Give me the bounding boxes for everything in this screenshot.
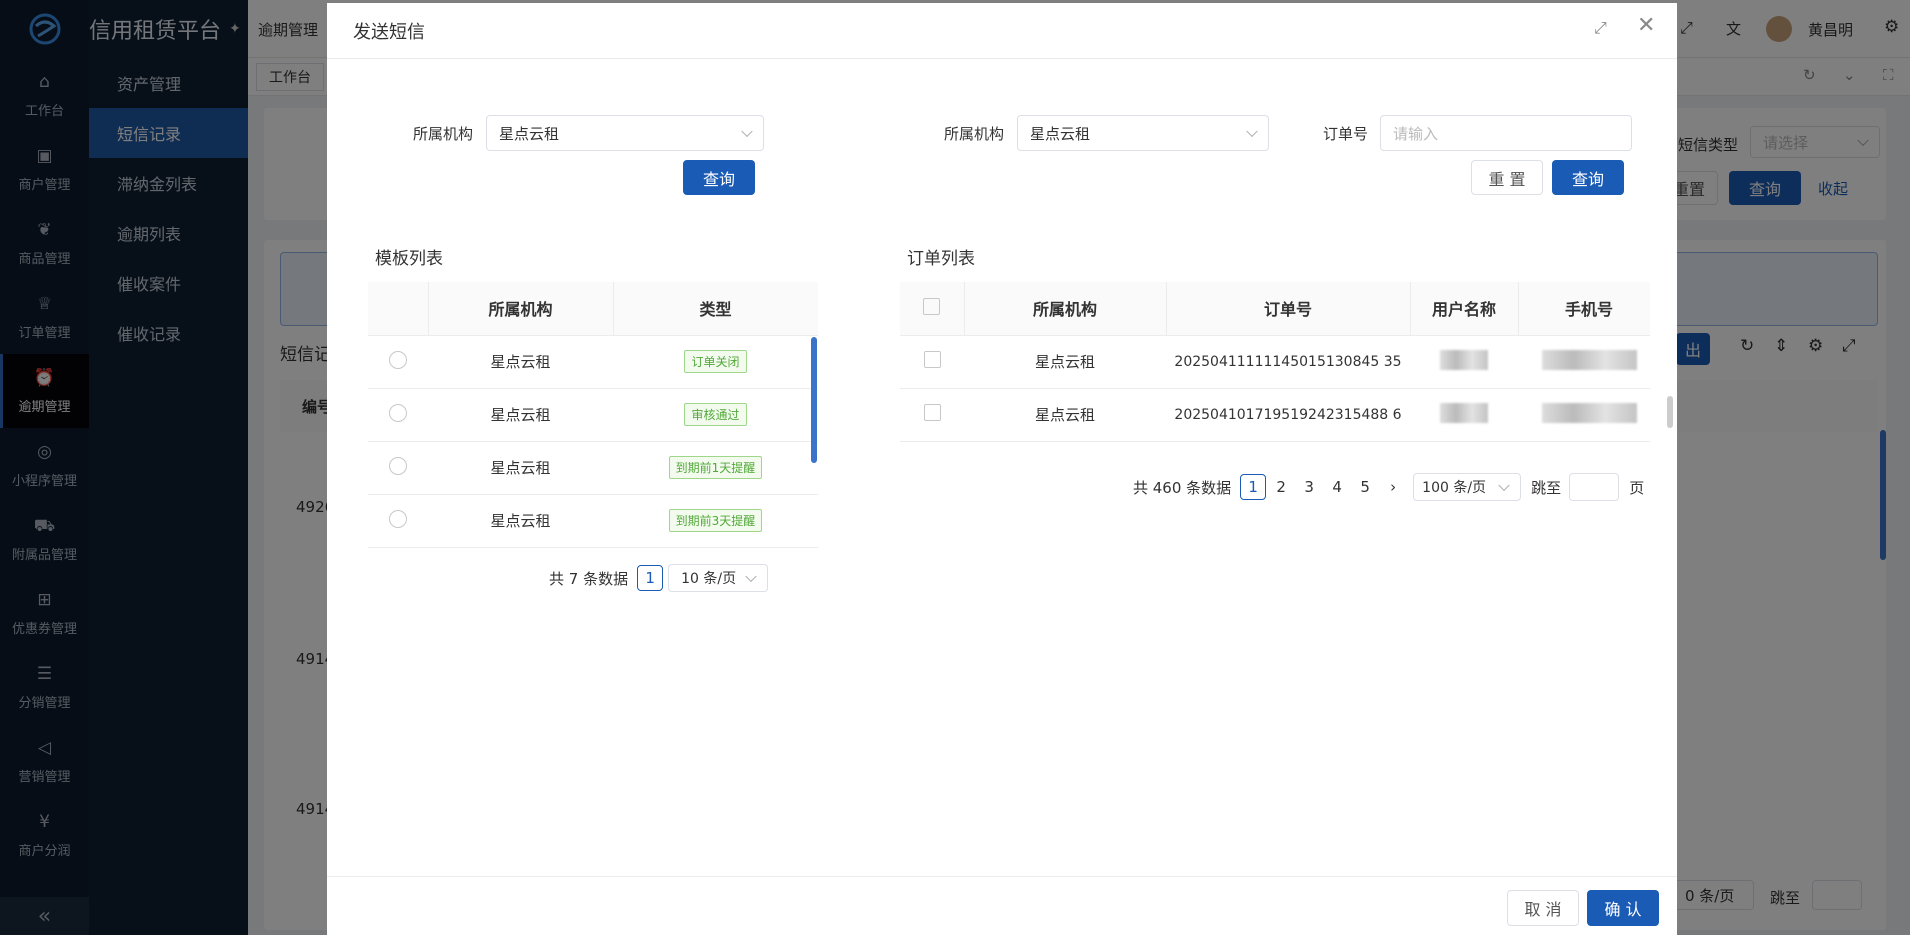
- masked-user-name: [1440, 349, 1488, 370]
- right-query-button[interactable]: 查询: [1552, 160, 1624, 195]
- template-row[interactable]: 星点云租 审核通过: [368, 388, 818, 442]
- template-radio[interactable]: [389, 456, 407, 475]
- order-col-phone: 手机号: [1518, 282, 1650, 336]
- order-row-user: [1410, 335, 1518, 389]
- template-row-radio-cell: [368, 335, 428, 389]
- jump-input[interactable]: [1569, 473, 1620, 501]
- order-checkbox[interactable]: [923, 351, 941, 368]
- order-scrollbar[interactable]: [1667, 396, 1673, 428]
- template-row-type-cell: 订单关闭: [613, 335, 818, 389]
- order-row[interactable]: 星点云租 202504101719519242315488 6: [900, 388, 1650, 442]
- modal-footer-divider: [327, 876, 1677, 877]
- template-col-org: 所属机构: [428, 282, 614, 336]
- template-pagination: 共 7 条数据 1 10 条/页: [549, 564, 769, 592]
- template-page-1[interactable]: 1: [637, 565, 664, 591]
- jump-label: 跳至: [1531, 478, 1562, 497]
- template-row-type-cell: 到期前1天提醒: [613, 441, 818, 495]
- modal-header: 发送短信 ⤢ ✕: [327, 3, 1677, 59]
- order-pagination: 共 460 条数据 1 2 3 4 5 › 100 条/页 跳至 页: [1133, 473, 1644, 501]
- left-org-label: 所属机构: [413, 125, 474, 143]
- right-reset-button[interactable]: 重 置: [1471, 160, 1543, 195]
- order-row-order-no: 20250411111145015130845 35: [1166, 335, 1410, 389]
- order-checkbox[interactable]: [923, 404, 941, 421]
- order-col-org: 所属机构: [964, 282, 1167, 336]
- order-page[interactable]: 3: [1296, 474, 1322, 500]
- template-row-type-cell: 审核通过: [613, 388, 818, 442]
- confirm-button[interactable]: 确 认: [1587, 890, 1659, 926]
- order-row-phone: [1518, 335, 1650, 389]
- template-row-org: 星点云租: [428, 494, 613, 548]
- order-row-org: 星点云租: [964, 388, 1166, 442]
- template-col-select: [368, 282, 429, 336]
- page-unit-label: 页: [1629, 478, 1645, 497]
- order-col-user: 用户名称: [1410, 282, 1519, 336]
- template-row-org: 星点云租: [428, 335, 613, 389]
- template-radio[interactable]: [389, 350, 407, 369]
- template-type-tag: 审核通过: [684, 403, 747, 426]
- order-list-title: 订单列表: [907, 249, 975, 269]
- template-row-radio-cell: [368, 441, 428, 495]
- right-org-label: 所属机构: [944, 125, 1005, 143]
- template-total: 共 7 条数据: [549, 569, 629, 588]
- order-row-phone: [1518, 388, 1650, 442]
- order-page[interactable]: 1: [1240, 474, 1267, 500]
- order-row-user: [1410, 388, 1518, 442]
- expand-icon[interactable]: ⤢: [1594, 18, 1607, 38]
- order-table: 所属机构 订单号 用户名称 手机号 星点云租 202504111111450151…: [900, 282, 1650, 460]
- masked-phone: [1541, 349, 1637, 370]
- template-radio[interactable]: [389, 509, 407, 528]
- template-type-tag: 到期前3天提醒: [668, 509, 763, 532]
- order-row-org: 星点云租: [964, 335, 1166, 389]
- template-row-org: 星点云租: [428, 388, 613, 442]
- template-table: 所属机构 类型 星点云租 订单关闭 星点云租 审核通过 星点云租 到期前1天提醒 星点云租到…: [368, 282, 818, 552]
- next-page-icon[interactable]: ›: [1380, 474, 1406, 500]
- order-row-check-cell: [900, 335, 964, 389]
- order-row[interactable]: 星点云租 20250411111145015130845 35: [900, 335, 1650, 389]
- order-row-order-no: 202504101719519242315488 6: [1166, 388, 1410, 442]
- send-sms-modal: 发送短信 ⤢ ✕ 所属机构 星点云租 查询 模板列表 所属机构 类型 星点云租订…: [327, 3, 1677, 935]
- cancel-button[interactable]: 取 消: [1507, 890, 1579, 926]
- left-query-button[interactable]: 查询: [683, 160, 755, 195]
- order-page[interactable]: 5: [1352, 474, 1378, 500]
- masked-phone: [1541, 402, 1637, 423]
- order-no-input[interactable]: 请输入: [1380, 115, 1632, 151]
- template-page-size[interactable]: 10 条/页: [668, 564, 769, 592]
- template-row-radio-cell: [368, 388, 428, 442]
- template-type-tag: 到期前1天提醒: [668, 456, 763, 479]
- template-row[interactable]: 星点云租 订单关闭: [368, 335, 818, 389]
- select-all-checkbox[interactable]: [923, 297, 941, 315]
- order-page-size[interactable]: 100 条/页: [1413, 473, 1522, 501]
- order-page[interactable]: 2: [1268, 474, 1294, 500]
- template-type-tag: 订单关闭: [684, 350, 747, 373]
- template-table-header: 所属机构 类型: [368, 282, 818, 336]
- right-org-select[interactable]: 星点云租: [1017, 115, 1269, 151]
- order-col-select: [900, 282, 965, 336]
- template-row-org: 星点云租: [428, 441, 613, 495]
- order-row-check-cell: [900, 388, 964, 442]
- template-list-title: 模板列表: [375, 249, 443, 269]
- modal-title: 发送短信: [353, 22, 425, 43]
- masked-user-name: [1440, 402, 1488, 423]
- template-row-type-cell: 到期前3天提醒: [613, 494, 818, 548]
- order-no-label: 订单号: [1323, 125, 1369, 143]
- template-scrollbar[interactable]: [811, 337, 817, 463]
- template-row-radio-cell: [368, 494, 428, 548]
- order-page[interactable]: 4: [1324, 474, 1350, 500]
- template-col-type: 类型: [613, 282, 818, 336]
- order-total: 共 460 条数据: [1133, 478, 1232, 497]
- template-row[interactable]: 星点云租 到期前3天提醒: [368, 494, 818, 548]
- template-radio[interactable]: [389, 403, 407, 422]
- template-row[interactable]: 星点云租 到期前1天提醒: [368, 441, 818, 495]
- left-org-select[interactable]: 星点云租: [486, 115, 764, 151]
- close-icon[interactable]: ✕: [1637, 13, 1655, 38]
- order-table-header: 所属机构 订单号 用户名称 手机号: [900, 282, 1650, 336]
- order-col-order-no: 订单号: [1166, 282, 1411, 336]
